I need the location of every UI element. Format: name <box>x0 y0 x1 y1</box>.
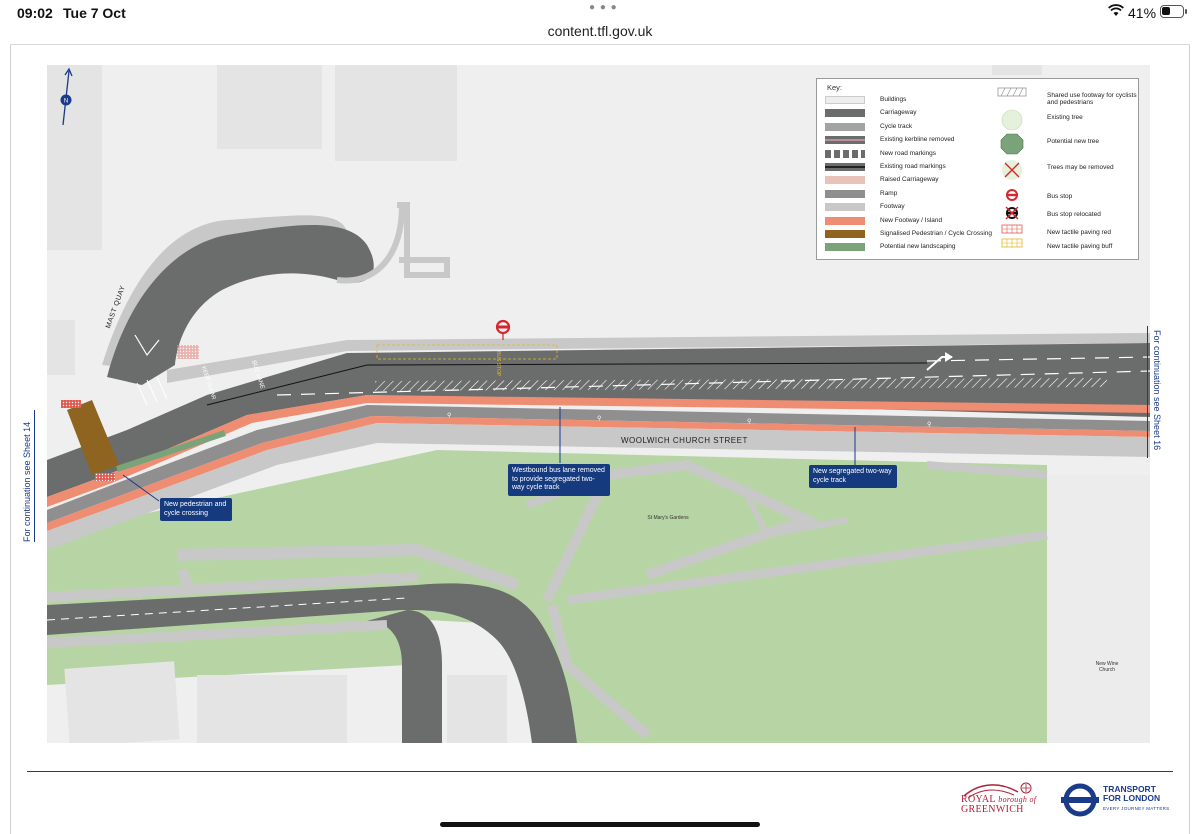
key-label: Trees may be removed <box>1047 164 1114 171</box>
new-tree-icon <box>997 133 1027 155</box>
key-item: New tactile paving red <box>997 224 1137 238</box>
key-swatch <box>825 189 865 198</box>
key-swatch <box>825 122 865 131</box>
key-label: Footway <box>880 203 905 211</box>
battery-percent: 41% <box>1128 5 1157 21</box>
screen: 09:02 Tue 7 Oct ● ● ● 41% content.tfl.go… <box>0 0 1200 834</box>
key-label: Existing tree <box>1047 114 1083 121</box>
map-key: Key: Buildings Carriageway Cycle track Exis… <box>816 78 1139 260</box>
key-label: Bus stop relocated <box>1047 211 1101 218</box>
key-label: Carriageway <box>880 109 917 117</box>
battery-level <box>1162 7 1170 15</box>
north-label: N <box>64 99 68 105</box>
tfl-roundel-icon <box>1061 783 1099 817</box>
bus-stop-icon <box>997 188 1027 208</box>
bus-lane-callout: Westbound bus lane removed to provide se… <box>508 464 610 496</box>
key-label: New tactile paving buff <box>1047 243 1113 250</box>
cycle-track-callout: New segregated two-way cycle track <box>809 465 897 488</box>
footer-rule <box>27 771 1173 772</box>
park-label: St Mary's Gardens <box>647 515 689 521</box>
key-item: Existing tree <box>997 109 1137 131</box>
key-swatch <box>825 176 865 185</box>
existing-tree-icon <box>997 109 1027 131</box>
rbg-line1b: borough of <box>998 795 1037 804</box>
key-label: Existing kerbline removed <box>880 136 955 144</box>
rbg-line2: GREENWICH <box>961 804 1024 815</box>
key-label: New Footway / Island <box>880 216 943 224</box>
key-label: Potential new landscaping <box>880 243 956 251</box>
key-swatch <box>825 203 865 212</box>
wifi-icon <box>1108 4 1124 16</box>
key-item: Shared use footway for cyclists and pede… <box>997 87 1137 106</box>
key-swatch <box>825 243 865 252</box>
key-label: New road markings <box>880 149 936 157</box>
key-label: New tactile paving red <box>1047 229 1111 236</box>
tree-removed-icon <box>997 159 1027 180</box>
svg-text:⚲: ⚲ <box>597 415 601 422</box>
key-swatch <box>825 136 865 145</box>
address-bar[interactable]: content.tfl.gov.uk <box>0 22 1200 44</box>
key-item: Potential new tree <box>997 133 1137 155</box>
key-label: Cycle track <box>880 122 913 130</box>
bus-stop-road-text: BUS STOP <box>495 351 501 377</box>
tfl-tagline: EVERY JOURNEY MATTERS <box>1103 806 1170 811</box>
key-swatch <box>825 109 865 118</box>
key-label: Raised Carriageway <box>880 176 939 184</box>
hatched-footway-icon <box>997 87 1027 107</box>
svg-text:⚲: ⚲ <box>447 412 451 419</box>
home-indicator[interactable] <box>440 822 760 827</box>
key-label: Ramp <box>880 189 898 197</box>
svg-text:⚲: ⚲ <box>927 421 931 428</box>
street-label: WOOLWICH CHURCH STREET <box>621 436 748 445</box>
key-label: Signalised Pedestrian / Cycle Crossing <box>880 230 992 237</box>
bus-stop-relocated-icon <box>997 206 1027 226</box>
crossing-callout: New pedestrian and cycle crossing <box>160 498 232 521</box>
key-title: Key: <box>827 83 843 92</box>
key-swatch <box>825 163 865 171</box>
key-label: Existing road markings <box>880 163 946 170</box>
key-swatch <box>825 230 865 238</box>
key-swatch <box>825 149 865 158</box>
key-label: Shared use footway for cyclists and pede… <box>1047 92 1137 106</box>
status-bar: 09:02 Tue 7 Oct ● ● ● 41% <box>0 0 1200 24</box>
royal-greenwich-logo: ROYAL borough of GREENWICH <box>961 795 1036 815</box>
continuation-left: For continuation see Sheet 14 <box>22 421 32 542</box>
tactile-buff-icon <box>997 238 1027 258</box>
tfl-logo-text: TRANSPORT FOR LONDON <box>1103 785 1160 803</box>
church-building <box>1047 475 1150 743</box>
url-text[interactable]: content.tfl.gov.uk <box>548 23 653 39</box>
continuation-line-left <box>34 410 35 542</box>
key-item: Bus stop relocated <box>997 206 1137 220</box>
key-item: Trees may be removed <box>997 160 1137 180</box>
key-label: Bus stop <box>1047 193 1073 200</box>
key-label: Potential new tree <box>1047 138 1100 145</box>
key-item: New tactile paving buff <box>997 238 1137 252</box>
key-swatch <box>825 96 865 104</box>
svg-text:⚲: ⚲ <box>747 418 751 425</box>
key-swatch <box>825 216 865 225</box>
continuation-right: For continuation see Sheet 16 <box>1152 330 1162 451</box>
battery-icon <box>1160 5 1187 18</box>
continuation-line-right <box>1147 326 1148 458</box>
church-label: New Wine Church <box>1095 661 1119 673</box>
key-item: Bus stop <box>997 189 1137 202</box>
tfl-line2: FOR LONDON <box>1103 793 1161 803</box>
key-label: Buildings <box>880 96 907 103</box>
multitask-dots-icon[interactable]: ● ● ● <box>589 2 618 13</box>
clock: 09:02 <box>17 5 53 21</box>
date: Tue 7 Oct <box>63 5 126 21</box>
